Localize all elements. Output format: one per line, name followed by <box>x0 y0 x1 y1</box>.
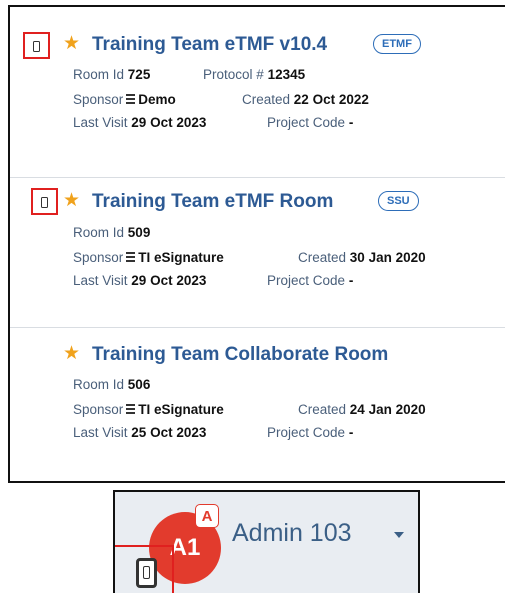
room-title[interactable]: Training Team Collaborate Room <box>92 344 388 366</box>
mobile-icon-highlight <box>31 188 58 215</box>
last-visit-row: Last Visit 29 Oct 2023 <box>73 273 206 288</box>
favorite-star-icon[interactable]: ★ <box>63 34 80 53</box>
room-list-panel: ★ Training Team eTMF v10.4 ETMF Room Id … <box>8 5 505 483</box>
project-code-row: Project Code - <box>267 425 353 440</box>
sponsor-label: Sponsor <box>73 250 124 265</box>
room-card[interactable]: ★ Training Team eTMF Room SSU Room Id 50… <box>10 178 505 303</box>
mobile-device-icon <box>41 197 48 208</box>
mobile-device-icon[interactable] <box>136 558 157 588</box>
created-value: 22 Oct 2022 <box>293 92 369 107</box>
room-title[interactable]: Training Team eTMF Room <box>92 191 333 213</box>
database-icon <box>126 404 136 415</box>
sponsor-label: Sponsor <box>73 402 124 417</box>
created-label: Created <box>298 250 347 265</box>
created-row: Created 24 Jan 2020 <box>298 402 426 417</box>
last-visit-label: Last Visit <box>73 115 128 130</box>
caret-down-icon[interactable] <box>394 532 404 538</box>
room-card[interactable]: ★ Training Team Collaborate Room Room Id… <box>10 328 505 478</box>
last-visit-value: 29 Oct 2023 <box>131 273 207 288</box>
last-visit-label: Last Visit <box>73 425 128 440</box>
sponsor-value: Demo <box>138 92 176 107</box>
sponsor-value: TI eSignature <box>138 250 224 265</box>
last-visit-value: 29 Oct 2023 <box>131 115 207 130</box>
database-icon <box>126 252 136 263</box>
project-code-value: - <box>348 425 354 440</box>
room-type-badge: SSU <box>378 191 419 211</box>
room-id-label: Room Id <box>73 225 125 240</box>
protocol-label: Protocol # <box>203 67 264 82</box>
room-id-value: 509 <box>127 225 151 240</box>
user-name[interactable]: Admin 103 <box>232 519 352 548</box>
mobile-icon-highlight <box>23 32 50 59</box>
protocol-value: 12345 <box>267 67 306 82</box>
last-visit-label: Last Visit <box>73 273 128 288</box>
last-visit-row: Last Visit 25 Oct 2023 <box>73 425 206 440</box>
created-label: Created <box>242 92 291 107</box>
room-id-row: Room Id 509 <box>73 225 150 240</box>
room-id-row: Room Id 725 <box>73 67 150 82</box>
created-row: Created 30 Jan 2020 <box>298 250 426 265</box>
project-code-label: Project Code <box>267 273 346 288</box>
sponsor-value: TI eSignature <box>138 402 224 417</box>
sponsor-row: Sponsor Demo <box>73 92 176 107</box>
favorite-star-icon[interactable]: ★ <box>63 344 80 363</box>
room-id-row: Room Id 506 <box>73 377 150 392</box>
mobile-device-icon <box>33 41 40 52</box>
room-card[interactable]: ★ Training Team eTMF v10.4 ETMF Room Id … <box>10 7 505 177</box>
sponsor-label: Sponsor <box>73 92 124 107</box>
room-type-badge: ETMF <box>373 34 421 54</box>
database-icon <box>126 94 136 105</box>
user-menu-crop: A1 A Admin 103 <box>113 490 420 593</box>
room-id-label: Room Id <box>73 377 125 392</box>
highlight-line <box>172 545 174 593</box>
favorite-star-icon[interactable]: ★ <box>63 191 80 210</box>
admin-badge: A <box>195 504 219 528</box>
room-id-value: 725 <box>127 67 151 82</box>
room-id-value: 506 <box>127 377 151 392</box>
project-code-label: Project Code <box>267 425 346 440</box>
project-code-value: - <box>348 115 354 130</box>
last-visit-value: 25 Oct 2023 <box>131 425 207 440</box>
project-code-value: - <box>348 273 354 288</box>
last-visit-row: Last Visit 29 Oct 2023 <box>73 115 206 130</box>
project-code-label: Project Code <box>267 115 346 130</box>
created-value: 24 Jan 2020 <box>349 402 426 417</box>
highlight-line <box>115 545 174 547</box>
sponsor-row: Sponsor TI eSignature <box>73 402 224 417</box>
created-value: 30 Jan 2020 <box>349 250 426 265</box>
room-title[interactable]: Training Team eTMF v10.4 <box>92 34 327 56</box>
project-code-row: Project Code - <box>267 273 353 288</box>
sponsor-row: Sponsor TI eSignature <box>73 250 224 265</box>
protocol-row: Protocol # 12345 <box>203 67 305 82</box>
created-label: Created <box>298 402 347 417</box>
project-code-row: Project Code - <box>267 115 353 130</box>
room-id-label: Room Id <box>73 67 125 82</box>
created-row: Created 22 Oct 2022 <box>242 92 369 107</box>
